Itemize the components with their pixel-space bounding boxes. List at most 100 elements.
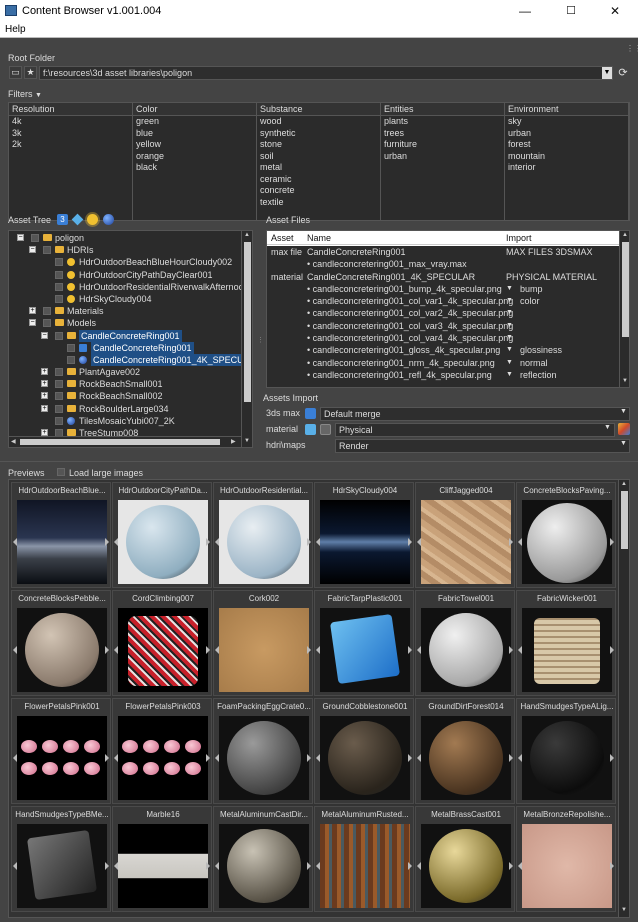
prev-variant-icon[interactable]: [518, 646, 522, 654]
scroll-up-icon[interactable]: ▲: [244, 232, 250, 238]
tree-checkbox[interactable]: [43, 246, 51, 255]
preview-tile[interactable]: FoamPackingEggCrate0...: [213, 698, 313, 804]
asset-file-row[interactable]: • candleconcretering001_col_var4_4k_spec…: [267, 332, 619, 344]
minimize-button[interactable]: —: [502, 0, 548, 22]
tree-row[interactable]: HdrOutdoorBeachBlueHourCloudy002: [9, 256, 241, 268]
filter-item[interactable]: 4k: [9, 116, 132, 128]
preview-tile[interactable]: FlowerPetalsPink003: [112, 698, 212, 804]
preview-tile[interactable]: HdrOutdoorBeachBlue...: [11, 482, 111, 588]
tree-checkbox[interactable]: [55, 368, 63, 377]
prev-variant-icon[interactable]: [215, 646, 219, 654]
prev-variant-icon[interactable]: [417, 862, 421, 870]
preview-tile[interactable]: ConcreteBlocksPaving...: [516, 482, 616, 588]
next-variant-icon[interactable]: [105, 646, 109, 654]
asset-file-row[interactable]: max file CandleConcreteRing001 MAX FILES 3…: [267, 246, 619, 258]
prev-variant-icon[interactable]: [518, 538, 522, 546]
filter-item[interactable]: 2k: [9, 139, 132, 151]
prev-variant-icon[interactable]: [114, 538, 118, 546]
tree-checkbox[interactable]: [43, 319, 51, 328]
prev-variant-icon[interactable]: [215, 538, 219, 546]
prev-variant-icon[interactable]: [114, 754, 118, 762]
filter-item[interactable]: 3k: [9, 128, 132, 140]
tree-row[interactable]: TilesMosaicYubi007_2K: [9, 415, 241, 427]
filter-item[interactable]: black: [133, 162, 256, 174]
prev-variant-icon[interactable]: [316, 754, 320, 762]
expand-icon[interactable]: +: [41, 404, 48, 412]
filter-item[interactable]: stone: [257, 139, 380, 151]
preview-tile[interactable]: ConcreteBlocksPebble...: [11, 590, 111, 696]
preview-tile[interactable]: CliffJagged004: [415, 482, 515, 588]
chevron-down-icon[interactable]: ▼: [602, 67, 612, 79]
filter-item[interactable]: blue: [133, 128, 256, 140]
filter-item[interactable]: orange: [133, 151, 256, 163]
tree-checkbox[interactable]: [67, 355, 75, 364]
expand-icon[interactable]: +: [41, 368, 48, 376]
chevron-down-icon[interactable]: ▼: [506, 295, 513, 307]
tree-checkbox[interactable]: [31, 234, 39, 242]
scroll-up-icon[interactable]: ▲: [622, 232, 628, 238]
preview-tile[interactable]: HandSmudgesTypeALig...: [516, 698, 616, 804]
tree-hscrollbar[interactable]: ◀ ▶: [9, 436, 241, 447]
preview-tile[interactable]: HdrOutdoorResidential...: [213, 482, 313, 588]
next-variant-icon[interactable]: [206, 538, 210, 546]
prev-variant-icon[interactable]: [215, 862, 219, 870]
max-import-select[interactable]: Default merge: [320, 407, 630, 421]
tree-row[interactable]: + Materials: [9, 305, 241, 317]
tree-row[interactable]: CandleConcreteRing001_4K_SPECULAR: [9, 353, 252, 366]
tree-row[interactable]: HdrOutdoorCityPathDayClear001: [9, 269, 241, 281]
filter-item[interactable]: yellow: [133, 139, 256, 151]
chevron-down-icon[interactable]: ▼: [506, 344, 513, 356]
next-variant-icon[interactable]: [307, 538, 311, 546]
next-variant-icon[interactable]: [307, 754, 311, 762]
next-variant-icon[interactable]: [610, 646, 614, 654]
preview-tile[interactable]: Cork002: [213, 590, 313, 696]
preview-tile[interactable]: HandSmudgesTypeBMe...: [11, 806, 111, 912]
filter-column-header[interactable]: Resolution: [9, 103, 132, 116]
expand-icon[interactable]: +: [29, 307, 36, 315]
tree-checkbox[interactable]: [67, 343, 75, 352]
tree-hscroll-thumb[interactable]: [20, 439, 220, 445]
collapse-icon[interactable]: −: [29, 319, 36, 327]
tree-checkbox[interactable]: [55, 282, 63, 291]
tree-row[interactable]: + RockBeachSmall002: [9, 390, 241, 402]
preview-tile[interactable]: CordClimbing007: [112, 590, 212, 696]
filter-item[interactable]: soil: [257, 151, 380, 163]
tree-checkbox[interactable]: [55, 404, 63, 413]
collapse-icon[interactable]: −: [17, 234, 24, 241]
next-variant-icon[interactable]: [509, 646, 513, 654]
asset-file-row[interactable]: • candleconcretering001_col_var3_4k_spec…: [267, 320, 619, 332]
prev-variant-icon[interactable]: [316, 862, 320, 870]
next-variant-icon[interactable]: [509, 862, 513, 870]
filter-item[interactable]: trees: [381, 128, 504, 140]
preview-tile[interactable]: MetalBrassCast001: [415, 806, 515, 912]
preview-tile[interactable]: MetalBronzeRepolishe...: [516, 806, 616, 912]
asset-files-scrollbar[interactable]: ▲ ▼: [619, 231, 629, 387]
tree-checkbox[interactable]: [55, 380, 63, 389]
filter-item[interactable]: urban: [505, 128, 628, 140]
col-name-header[interactable]: Name: [307, 233, 331, 243]
preview-tile[interactable]: FabricTowel001: [415, 590, 515, 696]
preview-tile[interactable]: FabricWicker001: [516, 590, 616, 696]
next-variant-icon[interactable]: [408, 862, 412, 870]
scroll-down-icon[interactable]: ▼: [244, 438, 250, 444]
open-folder-icon[interactable]: ▭: [9, 66, 22, 79]
favorite-star-icon[interactable]: ★: [24, 66, 37, 79]
chevron-down-icon[interactable]: ▼: [620, 408, 627, 415]
next-variant-icon[interactable]: [206, 646, 210, 654]
filter-item[interactable]: textile: [257, 197, 380, 209]
prev-variant-icon[interactable]: [518, 862, 522, 870]
grip-icon[interactable]: ⋮⋮: [626, 44, 638, 53]
tree-checkbox[interactable]: [55, 331, 63, 340]
chevron-down-icon[interactable]: ▼: [506, 357, 513, 369]
preview-tile[interactable]: GroundDirtForest014: [415, 698, 515, 804]
next-variant-icon[interactable]: [307, 862, 311, 870]
filter-item[interactable]: wood: [257, 116, 380, 128]
tree-checkbox[interactable]: [43, 307, 51, 316]
maximize-button[interactable]: ☐: [548, 0, 594, 22]
filter-item[interactable]: sky: [505, 116, 628, 128]
filters-label[interactable]: Filters ▼: [8, 89, 42, 99]
chevron-down-icon[interactable]: ▼: [506, 283, 513, 295]
tree-checkbox[interactable]: [55, 270, 63, 279]
filter-item[interactable]: synthetic: [257, 128, 380, 140]
preview-tile[interactable]: FlowerPetalsPink001: [11, 698, 111, 804]
